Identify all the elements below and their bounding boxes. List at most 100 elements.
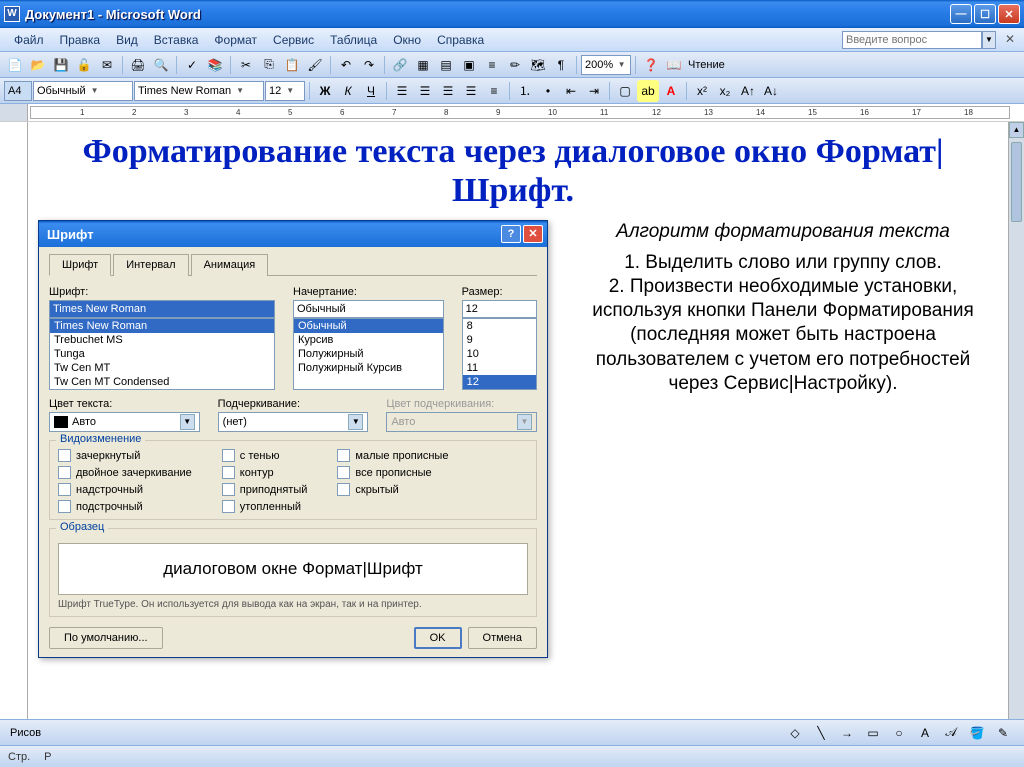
tab-animation[interactable]: Анимация — [191, 254, 269, 276]
mail-icon[interactable]: ✉ — [96, 54, 118, 76]
borders-icon[interactable]: ▢ — [614, 80, 636, 102]
columns-icon[interactable]: ≡ — [481, 54, 503, 76]
italic-icon[interactable]: К — [337, 80, 359, 102]
redo-icon[interactable]: ↷ — [358, 54, 380, 76]
drawing-icon[interactable]: ✏ — [504, 54, 526, 76]
reading-layout-icon[interactable]: 📖 — [663, 54, 685, 76]
underline-icon[interactable]: Ч — [360, 80, 382, 102]
spellcheck-icon[interactable]: ✓ — [181, 54, 203, 76]
arrow-icon[interactable]: → — [836, 722, 858, 744]
list-item[interactable]: Обычный — [294, 319, 443, 333]
bullets-icon[interactable]: • — [537, 80, 559, 102]
size-input[interactable] — [462, 300, 537, 318]
subscript-icon[interactable]: x₂ — [714, 80, 736, 102]
list-item[interactable]: 12 — [463, 375, 536, 389]
default-button[interactable]: По умолчанию... — [49, 627, 163, 649]
font-input[interactable] — [49, 300, 275, 318]
open-icon[interactable]: 📂 — [27, 54, 49, 76]
increase-indent-icon[interactable]: ⇥ — [583, 80, 605, 102]
list-item[interactable]: Trebuchet MS — [50, 333, 274, 347]
line-color-icon[interactable]: ✎ — [992, 722, 1014, 744]
highlight-icon[interactable]: ab — [637, 80, 659, 102]
checkbox-double-strike[interactable]: двойное зачеркивание — [58, 466, 192, 479]
style-combo[interactable]: Обычный▼ — [33, 81, 133, 101]
list-item[interactable]: Tunga — [50, 347, 274, 361]
menu-tools[interactable]: Сервис — [265, 31, 322, 49]
align-justify-icon[interactable]: ☰ — [460, 80, 482, 102]
wordart-icon[interactable]: 𝒜 — [940, 722, 962, 744]
ok-button[interactable]: OK — [414, 627, 462, 649]
list-item[interactable]: 11 — [463, 361, 536, 375]
minimize-button[interactable]: — — [950, 4, 972, 24]
zoom-combo[interactable]: 200%▼ — [581, 55, 631, 75]
outline-level-combo[interactable]: A4 — [4, 81, 32, 101]
list-item[interactable]: 8 — [463, 319, 536, 333]
list-item[interactable]: Курсив — [294, 333, 443, 347]
checkbox-allcaps[interactable]: все прописные — [337, 466, 448, 479]
save-icon[interactable]: 💾 — [50, 54, 72, 76]
print-icon[interactable]: 🖨 — [127, 54, 149, 76]
research-icon[interactable]: 📚 — [204, 54, 226, 76]
list-item[interactable]: Tw Cen MT — [50, 361, 274, 375]
superscript-icon[interactable]: x² — [691, 80, 713, 102]
menu-edit[interactable]: Правка — [52, 31, 109, 49]
checkbox-shadow[interactable]: с тенью — [222, 449, 308, 462]
shrink-font-icon[interactable]: A↓ — [760, 80, 782, 102]
help-question-dropdown[interactable]: ▼ — [982, 31, 996, 49]
horizontal-ruler[interactable]: 123456789101112131415161718 — [30, 106, 1010, 119]
checkbox-outline[interactable]: контур — [222, 466, 308, 479]
rectangle-icon[interactable]: ▭ — [862, 722, 884, 744]
vertical-scrollbar[interactable]: ▲ ▼ — [1008, 122, 1024, 760]
align-center-icon[interactable]: ☰ — [414, 80, 436, 102]
list-item[interactable]: Times New Roman — [50, 319, 274, 333]
print-preview-icon[interactable]: 🔍 — [150, 54, 172, 76]
cancel-button[interactable]: Отмена — [468, 627, 537, 649]
list-item[interactable]: Полужирный Курсив — [294, 361, 443, 375]
scroll-thumb[interactable] — [1011, 142, 1022, 222]
dialog-help-button[interactable]: ? — [501, 225, 521, 243]
menu-file[interactable]: Файл — [6, 31, 52, 49]
size-list[interactable]: 8 9 10 11 12 — [462, 318, 537, 390]
help-icon[interactable]: ❓ — [640, 54, 662, 76]
cut-icon[interactable]: ✂ — [235, 54, 257, 76]
scroll-up-icon[interactable]: ▲ — [1009, 122, 1024, 138]
menu-view[interactable]: Вид — [108, 31, 146, 49]
drawing-label[interactable]: Рисов — [10, 727, 41, 739]
line-spacing-icon[interactable]: ≡ — [483, 80, 505, 102]
oval-icon[interactable]: ○ — [888, 722, 910, 744]
new-doc-icon[interactable]: 📄 — [4, 54, 26, 76]
fill-color-icon[interactable]: 🪣 — [966, 722, 988, 744]
checkbox-engrave[interactable]: утопленный — [222, 500, 308, 513]
reading-label[interactable]: Чтение — [688, 59, 725, 71]
menu-table[interactable]: Таблица — [322, 31, 385, 49]
checkbox-emboss[interactable]: приподнятый — [222, 483, 308, 496]
docmap-icon[interactable]: 🗺 — [527, 54, 549, 76]
numbering-icon[interactable]: ⒈ — [514, 80, 536, 102]
dialog-close-button[interactable]: ✕ — [523, 225, 543, 243]
font-size-combo[interactable]: 12▼ — [265, 81, 305, 101]
vertical-ruler[interactable] — [0, 122, 28, 760]
checkbox-strikethrough[interactable]: зачеркнутый — [58, 449, 192, 462]
list-item[interactable]: Полужирный — [294, 347, 443, 361]
close-button[interactable]: ✕ — [998, 4, 1020, 24]
format-painter-icon[interactable]: 🖌 — [304, 54, 326, 76]
paste-icon[interactable]: 📋 — [281, 54, 303, 76]
excel-icon[interactable]: ▣ — [458, 54, 480, 76]
list-item[interactable]: Tw Cen MT Condensed — [50, 375, 274, 389]
list-item[interactable]: 9 — [463, 333, 536, 347]
autoshapes-icon[interactable]: ◇ — [784, 722, 806, 744]
font-color-combo[interactable]: Авто▼ — [49, 412, 200, 432]
copy-icon[interactable]: ⎘ — [258, 54, 280, 76]
underline-combo[interactable]: (нет)▼ — [218, 412, 369, 432]
doc-close-button[interactable]: ✕ — [1002, 32, 1018, 48]
menu-format[interactable]: Формат — [206, 31, 265, 49]
line-icon[interactable]: ╲ — [810, 722, 832, 744]
hyperlink-icon[interactable]: 🔗 — [389, 54, 411, 76]
align-right-icon[interactable]: ☰ — [437, 80, 459, 102]
undo-icon[interactable]: ↶ — [335, 54, 357, 76]
font-color-icon[interactable]: A — [660, 80, 682, 102]
style-input[interactable] — [293, 300, 444, 318]
checkbox-superscript[interactable]: надстрочный — [58, 483, 192, 496]
font-list[interactable]: Times New Roman Trebuchet MS Tunga Tw Ce… — [49, 318, 275, 390]
menu-help[interactable]: Справка — [429, 31, 492, 49]
